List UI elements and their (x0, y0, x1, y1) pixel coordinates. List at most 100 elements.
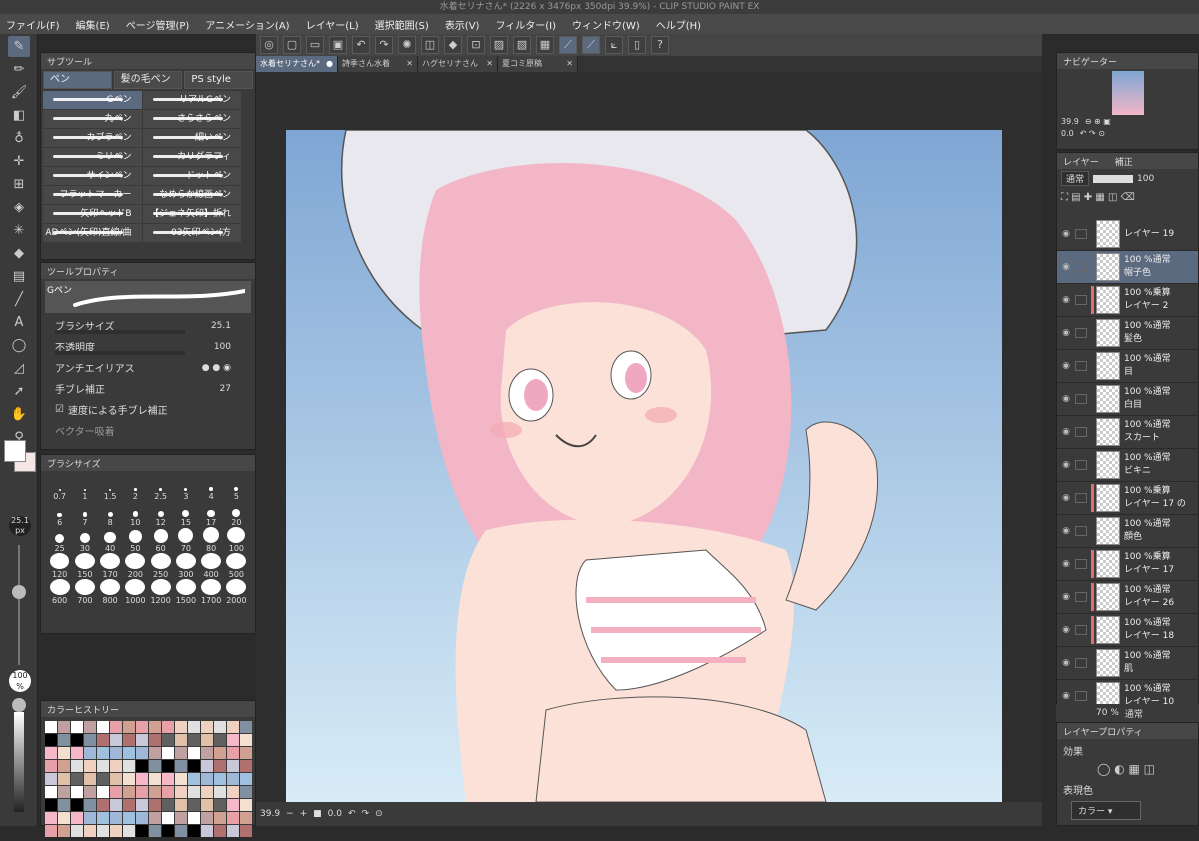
size-preset[interactable]: 30 (72, 527, 97, 553)
size-preset[interactable]: 400 (199, 553, 224, 579)
size-preset[interactable]: 12 (148, 501, 173, 527)
help-icon[interactable]: ? (651, 36, 669, 54)
palette-chip[interactable] (240, 734, 252, 746)
brush-item[interactable]: ADぺン(矢印)直線/曲 (43, 224, 142, 242)
palette-chip[interactable] (123, 786, 135, 798)
size-preset[interactable]: 2.5 (148, 475, 173, 501)
palette-chip[interactable] (136, 734, 148, 746)
palette-chip[interactable] (188, 734, 200, 746)
palette-chip[interactable] (240, 799, 252, 811)
palette-chip[interactable] (71, 760, 83, 772)
menu-item[interactable]: 表示(V) (445, 17, 480, 32)
palette-chip[interactable] (227, 812, 239, 824)
palette-chip[interactable] (162, 747, 174, 759)
size-slider[interactable] (18, 545, 20, 665)
rotate-left-icon[interactable]: ↶ (348, 809, 356, 819)
eye-icon[interactable]: ◉ (1057, 493, 1075, 503)
size-preset[interactable]: 1500 (173, 579, 198, 605)
size-preset[interactable]: 250 (148, 553, 173, 579)
palette-chip[interactable] (123, 734, 135, 746)
eye-icon[interactable]: ◉ (1057, 262, 1075, 272)
eye-icon[interactable]: ◉ (1057, 625, 1075, 635)
palette-chip[interactable] (149, 760, 161, 772)
size-preset[interactable]: 2000 (224, 579, 249, 605)
size-preset[interactable]: 25 (47, 527, 72, 553)
palette-chip[interactable] (201, 760, 213, 772)
palette-chip[interactable] (227, 786, 239, 798)
eye-icon[interactable]: ◉ (1057, 658, 1075, 668)
eye-icon[interactable]: ◉ (1057, 361, 1075, 371)
tab-document-4[interactable]: 夏コミ原稿 ✕ (498, 56, 578, 72)
transform-icon[interactable]: ◫ (421, 36, 439, 54)
checkbox-icon[interactable]: ☑ (55, 404, 64, 415)
shape-tool-icon[interactable]: ⊞ (8, 174, 30, 195)
palette-chip[interactable] (71, 773, 83, 785)
palette-chip[interactable] (201, 747, 213, 759)
palette-chip[interactable] (123, 721, 135, 733)
palette-chip[interactable] (214, 734, 226, 746)
palette-chip[interactable] (214, 825, 226, 837)
layer-row[interactable]: ◉ 100 %通常 髪色 (1057, 317, 1198, 350)
hand-tool-icon[interactable]: ✋ (8, 404, 30, 425)
palette-chip[interactable] (45, 747, 57, 759)
rotate-right-icon[interactable]: ↷ (362, 809, 370, 819)
brush-tool-icon[interactable]: 🖌 (8, 82, 30, 103)
clear-icon[interactable]: ✺ (398, 36, 416, 54)
eye-icon[interactable]: ◉ (1057, 229, 1075, 239)
palette-chip[interactable] (45, 721, 57, 733)
bucket-tool-icon[interactable]: ◆ (8, 243, 30, 264)
lock-toggle[interactable] (1075, 295, 1087, 305)
palette-chip[interactable] (123, 747, 135, 759)
palette-chip[interactable] (162, 786, 174, 798)
eye-icon[interactable]: ◉ (1057, 592, 1075, 602)
eye-icon[interactable]: ◉ (1057, 460, 1075, 470)
palette-chip[interactable] (84, 760, 96, 772)
palette-chip[interactable] (201, 721, 213, 733)
close-icon[interactable]: ✕ (486, 56, 493, 72)
palette-chip[interactable] (175, 812, 187, 824)
palette-chip[interactable] (136, 786, 148, 798)
lock-toggle[interactable] (1075, 493, 1087, 503)
lock-toggle[interactable] (1075, 394, 1087, 404)
palette-chip[interactable] (162, 812, 174, 824)
size-preset[interactable]: 7 (72, 501, 97, 527)
blend-mode-select[interactable]: 通常 (1061, 171, 1090, 186)
size-preset[interactable]: 150 (72, 553, 97, 579)
palette-chip[interactable] (58, 812, 70, 824)
rotate-controls-icon[interactable]: ↶ ↷ ⊙ (1080, 129, 1105, 138)
brush-item[interactable]: 矢印ヘッドB (43, 205, 142, 223)
palette-chip[interactable] (136, 799, 148, 811)
palette-chip[interactable] (97, 786, 109, 798)
palette-chip[interactable] (214, 773, 226, 785)
palette-chip[interactable] (149, 721, 161, 733)
layer-row[interactable]: ◉ 100 %通常 レイヤー 26 (1057, 581, 1198, 614)
palette-chip[interactable] (58, 773, 70, 785)
lock-toggle[interactable] (1075, 262, 1087, 272)
palette-chip[interactable] (214, 760, 226, 772)
expression-select[interactable]: カラー ▾ (1071, 801, 1141, 820)
brush-item[interactable]: さらさらペン (142, 110, 241, 128)
fill-selection-icon[interactable]: ◆ (444, 36, 462, 54)
palette-chip[interactable] (240, 747, 252, 759)
layer-row[interactable]: ◉ 100 %乗算 レイヤー 2 (1057, 284, 1198, 317)
palette-chip[interactable] (162, 773, 174, 785)
palette-chip[interactable] (97, 812, 109, 824)
palette-chip[interactable] (149, 773, 161, 785)
palette-chip[interactable] (227, 747, 239, 759)
layer-row[interactable]: ◉ 100 %乗算 レイヤー 17 の (1057, 482, 1198, 515)
menu-item[interactable]: ページ管理(P) (126, 17, 190, 32)
brush-size-row[interactable]: ブラシサイズ 25.1 (41, 315, 255, 336)
palette-chip[interactable] (240, 812, 252, 824)
tab-hair-pen[interactable]: 髪の毛ペン (113, 71, 183, 89)
angle-value[interactable]: 0.0 (328, 809, 342, 819)
fit-icon[interactable]: ■ (313, 809, 322, 819)
lock-toggle[interactable] (1075, 427, 1087, 437)
speed-stabilize-row[interactable]: ☑ 速度による手ブレ補正 (41, 399, 255, 420)
palette-chip[interactable] (71, 734, 83, 746)
layer-row[interactable]: ◉ 100 %通常 帽子色 (1057, 251, 1198, 284)
palette-chip[interactable] (110, 799, 122, 811)
palette-chip[interactable] (84, 721, 96, 733)
text-tool-icon[interactable]: A (8, 312, 30, 333)
lock-toggle[interactable] (1075, 592, 1087, 602)
opacity-slider-knob[interactable] (12, 698, 26, 712)
